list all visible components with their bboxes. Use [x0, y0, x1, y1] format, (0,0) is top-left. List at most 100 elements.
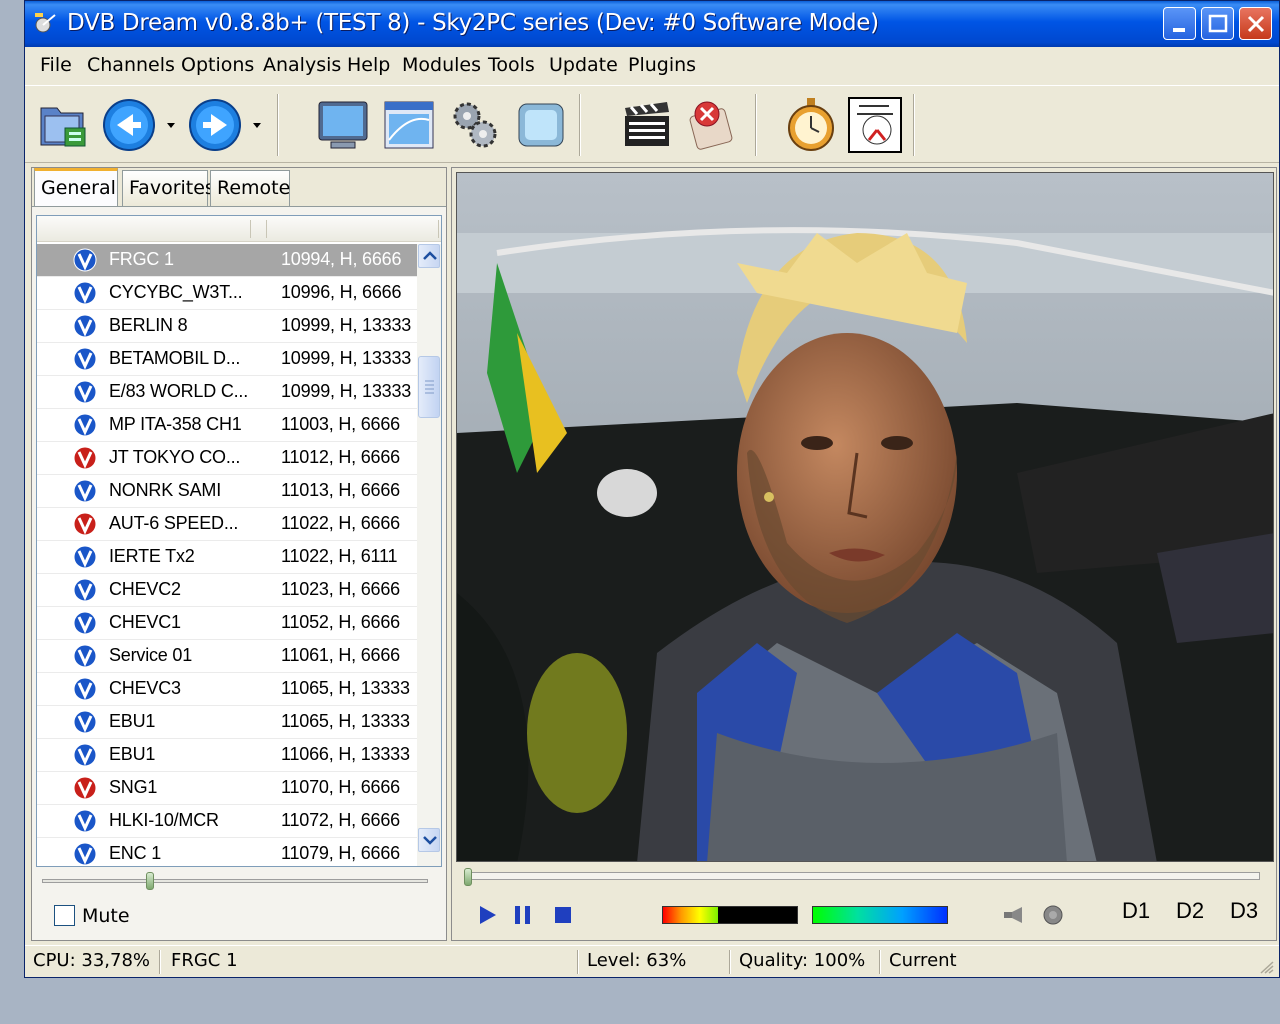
d2-button[interactable]: D2	[1176, 898, 1204, 924]
channel-row[interactable]: SNG1 11070, H, 6666	[37, 772, 417, 805]
back-dropdown-icon[interactable]	[165, 122, 177, 130]
channel-v-icon	[73, 512, 97, 536]
channel-row[interactable]: IERTE Tx2 11022, H, 6111	[37, 541, 417, 574]
minimize-icon	[1173, 28, 1185, 32]
grip-lines-icon	[425, 380, 434, 394]
status-bar: CPU: 33,78% FRGC 1 Level: 63% Quality: 1…	[25, 945, 1279, 977]
channel-name: EBU1	[109, 744, 156, 764]
menu-file[interactable]: File	[40, 54, 72, 76]
channel-row[interactable]: BETAMOBIL D... 10999, H, 13333	[37, 343, 417, 376]
channel-name: IERTE Tx2	[109, 546, 195, 566]
forward-dropdown-icon[interactable]	[251, 122, 263, 130]
tab-remote[interactable]: Remote	[210, 170, 290, 206]
spectrum-window-button[interactable]	[379, 94, 439, 156]
resize-grip-icon[interactable]	[1259, 960, 1275, 974]
pause-icon[interactable]	[510, 902, 536, 928]
channel-frequency: 10999, H, 13333	[281, 348, 412, 368]
scroll-thumb[interactable]	[418, 356, 440, 418]
screenshot-icon	[518, 103, 564, 147]
settings-button[interactable]	[445, 94, 505, 156]
seek-bar-track[interactable]	[468, 872, 1260, 880]
mute-checkbox[interactable]	[54, 905, 75, 926]
channel-row[interactable]: NONRK SAMI 11013, H, 6666	[37, 475, 417, 508]
d1-button[interactable]: D1	[1122, 898, 1150, 924]
menu-channels[interactable]: Channels	[87, 54, 175, 76]
open-folder-icon	[40, 107, 86, 147]
app-window: DVB Dream v0.8.8b+ (TEST 8) - Sky2PC ser…	[24, 0, 1280, 978]
screenshot-button[interactable]	[511, 94, 571, 156]
maximize-button[interactable]	[1201, 7, 1234, 40]
channel-row[interactable]: CHEVC3 11065, H, 13333	[37, 673, 417, 706]
menu-options[interactable]: Options	[181, 54, 254, 76]
tab-general[interactable]: General	[34, 168, 118, 208]
chevron-down-icon	[423, 836, 437, 845]
stopwatch-icon	[788, 98, 834, 151]
channel-row[interactable]: AUT-6 SPEED... 11022, H, 6666	[37, 508, 417, 541]
menu-analysis[interactable]: Analysis	[263, 54, 341, 76]
monitor-button[interactable]	[313, 94, 373, 156]
channel-name: NONRK SAMI	[109, 480, 222, 500]
signal-quality-meter	[812, 906, 948, 924]
stop-record-button[interactable]	[681, 94, 741, 156]
channel-frequency: 11072, H, 6666	[281, 810, 400, 830]
channel-name: CHEVC2	[109, 579, 181, 599]
volume-slider-track[interactable]	[42, 879, 428, 883]
volume-slider-thumb[interactable]	[146, 872, 155, 890]
channel-panel: General Favorites Remote FRGC 1 10994, H,…	[31, 167, 447, 941]
channel-row[interactable]: EBU1 11066, H, 13333	[37, 739, 417, 772]
d3-button[interactable]: D3	[1230, 898, 1258, 924]
video-display[interactable]	[456, 172, 1274, 862]
menu-help[interactable]: Help	[347, 54, 390, 76]
channel-name: EBU1	[109, 711, 156, 731]
recordings-button[interactable]	[617, 94, 677, 156]
channel-row[interactable]: CYCYBC_W3T... 10996, H, 6666	[37, 277, 417, 310]
stop-icon[interactable]	[550, 902, 576, 928]
status-separator	[879, 950, 881, 974]
title-bar[interactable]: DVB Dream v0.8.8b+ (TEST 8) - Sky2PC ser…	[25, 1, 1279, 47]
channel-row[interactable]: EBU1 11065, H, 13333	[37, 706, 417, 739]
back-button[interactable]	[99, 94, 159, 156]
channel-row[interactable]: Service 01 11061, H, 6666	[37, 640, 417, 673]
scroll-up-button[interactable]	[418, 244, 440, 268]
tab-favorites[interactable]: Favorites	[122, 170, 215, 206]
channel-row[interactable]: HLKI-10/MCR 11072, H, 6666	[37, 805, 417, 838]
channel-row[interactable]: JT TOKYO CO... 11012, H, 6666	[37, 442, 417, 475]
close-icon	[1247, 15, 1265, 33]
seek-bar-thumb[interactable]	[464, 868, 472, 886]
chevron-up-icon	[423, 251, 437, 260]
play-icon[interactable]	[474, 902, 500, 928]
channel-name: ENC 1	[109, 843, 162, 863]
channel-row[interactable]: ENC 1 11079, H, 6666	[37, 838, 417, 866]
channel-row[interactable]: CHEVC1 11052, H, 6666	[37, 607, 417, 640]
menu-plugins[interactable]: Plugins	[628, 54, 696, 76]
scroll-down-button[interactable]	[418, 828, 440, 852]
signal-level-meter	[662, 906, 798, 924]
column-header-frequency[interactable]	[267, 220, 439, 238]
channel-list-header	[37, 216, 441, 242]
schedule-button[interactable]	[845, 94, 905, 156]
speaker-icon[interactable]	[1000, 904, 1026, 926]
channel-v-icon	[73, 776, 97, 800]
column-header-divider[interactable]	[251, 220, 267, 238]
channel-v-icon	[73, 677, 97, 701]
menu-modules[interactable]: Modules	[402, 54, 481, 76]
channel-row[interactable]: FRGC 1 10994, H, 6666	[37, 244, 417, 277]
status-quality: Quality: 100%	[739, 950, 866, 971]
channel-row[interactable]: BERLIN 8 10999, H, 13333	[37, 310, 417, 343]
menu-update[interactable]: Update	[549, 54, 618, 76]
menu-tools[interactable]: Tools	[488, 54, 535, 76]
channel-v-icon	[73, 743, 97, 767]
channel-row[interactable]: CHEVC2 11023, H, 6666	[37, 574, 417, 607]
channel-list-scrollbar[interactable]	[417, 244, 441, 866]
record-icon[interactable]	[1040, 902, 1066, 928]
toolbar-separator	[913, 94, 915, 156]
minimize-button[interactable]	[1163, 7, 1196, 40]
forward-button[interactable]	[185, 94, 245, 156]
close-button[interactable]	[1239, 7, 1272, 40]
timer-button[interactable]	[781, 94, 841, 156]
channel-name: JT TOKYO CO...	[109, 447, 241, 467]
open-folder-button[interactable]	[35, 94, 95, 156]
channel-row[interactable]: MP ITA-358 CH1 11003, H, 6666	[37, 409, 417, 442]
column-header-name[interactable]	[37, 220, 251, 238]
channel-row[interactable]: E/83 WORLD C... 10999, H, 13333	[37, 376, 417, 409]
